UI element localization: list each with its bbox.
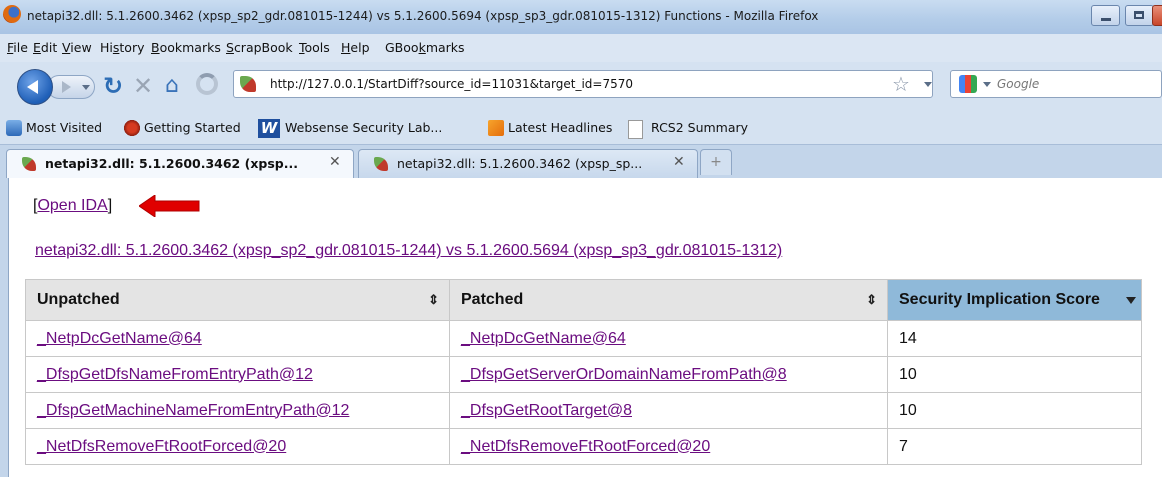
menu-help[interactable]: Help	[341, 40, 370, 55]
open-ida-link-wrapper: [Open IDA]	[33, 197, 113, 214]
sort-icon[interactable]: ⇕	[866, 292, 877, 308]
table-row: _NetDfsRemoveFtRootForced@20 _NetDfsRemo…	[25, 428, 1142, 465]
unpatched-cell: _DfspGetDfsNameFromEntryPath@12	[25, 356, 450, 393]
search-placeholder[interactable]: Google	[997, 77, 1039, 91]
unpatched-cell: _DfspGetMachineNameFromEntryPath@12	[25, 392, 450, 429]
maximize-button[interactable]	[1125, 5, 1154, 26]
menu-history[interactable]: History	[100, 40, 144, 55]
menu-view[interactable]: View	[62, 40, 92, 55]
tab-label[interactable]: netapi32.dll: 5.1.2600.3462 (xpsp...	[45, 156, 298, 171]
stop-icon[interactable]: ✕	[133, 74, 153, 98]
back-button[interactable]	[17, 69, 53, 105]
forward-icon	[62, 81, 71, 93]
search-bar[interactable]: Google	[950, 70, 1162, 98]
tab-inactive[interactable]: netapi32.dll: 5.1.2600.3462 (xpsp_sp... …	[358, 149, 698, 178]
search-engine-dropdown-icon[interactable]	[983, 82, 991, 87]
menu-gbookmarks[interactable]: GBookmarks	[385, 40, 465, 55]
title-bar: netapi32.dll: 5.1.2600.3462 (xpsp_sp2_gd…	[0, 0, 1162, 35]
menu-bookmarks[interactable]: Bookmarks	[151, 40, 221, 55]
tab-favicon-icon	[374, 157, 388, 171]
home-icon[interactable]: ⌂	[165, 74, 179, 98]
patched-cell: _DfspGetRootTarget@8	[449, 392, 888, 429]
menu-edit[interactable]: Edit	[33, 40, 57, 55]
tab-label[interactable]: netapi32.dll: 5.1.2600.3462 (xpsp_sp...	[397, 156, 642, 171]
unpatched-function-link[interactable]: _NetDfsRemoveFtRootForced@20	[37, 438, 286, 455]
red-arrow-annotation-icon	[139, 195, 200, 217]
patched-cell: _NetpDcGetName@64	[449, 320, 888, 357]
throbber-icon	[196, 73, 218, 95]
menu-tools[interactable]: Tools	[299, 40, 330, 55]
unpatched-cell: _NetDfsRemoveFtRootForced@20	[25, 428, 450, 465]
bookmark-star-icon[interactable]: ☆	[892, 72, 910, 96]
reload-icon[interactable]: ↻	[103, 74, 123, 98]
menu-file[interactable]: File	[7, 40, 28, 55]
most-visited-icon	[6, 120, 22, 136]
unpatched-function-link[interactable]: _DfspGetDfsNameFromEntryPath@12	[37, 366, 313, 383]
column-header-unpatched[interactable]: Unpatched ⇕	[25, 279, 450, 321]
open-ida-link[interactable]: Open IDA	[37, 197, 107, 214]
new-tab-button[interactable]: +	[700, 149, 732, 175]
sort-descending-icon[interactable]	[1126, 297, 1136, 304]
site-favicon-icon[interactable]	[240, 76, 256, 92]
menu-scrapbook[interactable]: ScrapBook	[226, 40, 293, 55]
sort-icon[interactable]: ⇕	[428, 292, 439, 308]
google-icon[interactable]	[959, 75, 977, 93]
bookmarks-toolbar: Most Visited Getting Started W Websense …	[0, 111, 1162, 145]
tab-close-icon[interactable]: ✕	[673, 154, 685, 170]
patched-function-link[interactable]: _NetDfsRemoveFtRootForced@20	[461, 438, 710, 455]
diff-title-link[interactable]: netapi32.dll: 5.1.2600.3462 (xpsp_sp2_gd…	[35, 242, 782, 260]
url-text[interactable]: http://127.0.0.1/StartDiff?source_id=110…	[270, 77, 633, 91]
url-dropdown-icon[interactable]	[924, 82, 932, 87]
history-dropdown-icon[interactable]	[82, 85, 90, 90]
window-title: netapi32.dll: 5.1.2600.3462 (xpsp_sp2_gd…	[27, 9, 819, 23]
patched-function-link[interactable]: _DfspGetServerOrDomainNameFromPath@8	[461, 366, 787, 383]
page-content: [Open IDA] netapi32.dll: 5.1.2600.3462 (…	[9, 178, 1162, 477]
url-bar[interactable]: http://127.0.0.1/StartDiff?source_id=110…	[233, 70, 933, 98]
column-header-security-score[interactable]: Security Implication Score	[887, 279, 1142, 321]
unpatched-function-link[interactable]: _NetpDcGetName@64	[37, 330, 202, 347]
patched-cell: _DfspGetServerOrDomainNameFromPath@8	[449, 356, 888, 393]
tab-active[interactable]: netapi32.dll: 5.1.2600.3462 (xpsp... ✕	[6, 149, 354, 179]
rss-icon	[488, 120, 504, 136]
bookmark-most-visited[interactable]: Most Visited	[26, 120, 102, 135]
patched-function-link[interactable]: _NetpDcGetName@64	[461, 330, 626, 347]
column-header-patched[interactable]: Patched ⇕	[449, 279, 888, 321]
unpatched-function-link[interactable]: _DfspGetMachineNameFromEntryPath@12	[37, 402, 349, 419]
function-diff-table: Unpatched ⇕ Patched ⇕ Security Implicati…	[25, 279, 1142, 465]
forward-button[interactable]	[47, 75, 95, 99]
close-button[interactable]	[1152, 5, 1162, 26]
bookmark-websense[interactable]: Websense Security Lab...	[285, 120, 442, 135]
bookmark-latest-headlines[interactable]: Latest Headlines	[508, 120, 612, 135]
menu-bar: File Edit View History Bookmarks ScrapBo…	[0, 34, 1162, 62]
window-left-border	[0, 178, 9, 477]
score-cell: 14	[887, 320, 1142, 357]
bookmark-rcs2-summary[interactable]: RCS2 Summary	[651, 120, 748, 135]
score-cell: 10	[887, 356, 1142, 393]
table-row: _NetpDcGetName@64 _NetpDcGetName@64 14	[25, 320, 1142, 357]
page-icon	[628, 120, 643, 139]
table-row: _DfspGetDfsNameFromEntryPath@12 _DfspGet…	[25, 356, 1142, 393]
bookmark-getting-started[interactable]: Getting Started	[144, 120, 241, 135]
tab-close-icon[interactable]: ✕	[329, 154, 341, 170]
table-row: _DfspGetMachineNameFromEntryPath@12 _Dfs…	[25, 392, 1142, 429]
firefox-logo-icon	[3, 5, 21, 23]
getting-started-icon	[124, 120, 140, 136]
minimize-button[interactable]	[1091, 5, 1120, 26]
score-cell: 10	[887, 392, 1142, 429]
websense-icon: W	[258, 119, 280, 138]
patched-function-link[interactable]: _DfspGetRootTarget@8	[461, 402, 632, 419]
tab-favicon-icon	[22, 157, 36, 171]
patched-cell: _NetDfsRemoveFtRootForced@20	[449, 428, 888, 465]
tab-strip: netapi32.dll: 5.1.2600.3462 (xpsp... ✕ n…	[0, 145, 1162, 179]
unpatched-cell: _NetpDcGetName@64	[25, 320, 450, 357]
score-cell: 7	[887, 428, 1142, 465]
